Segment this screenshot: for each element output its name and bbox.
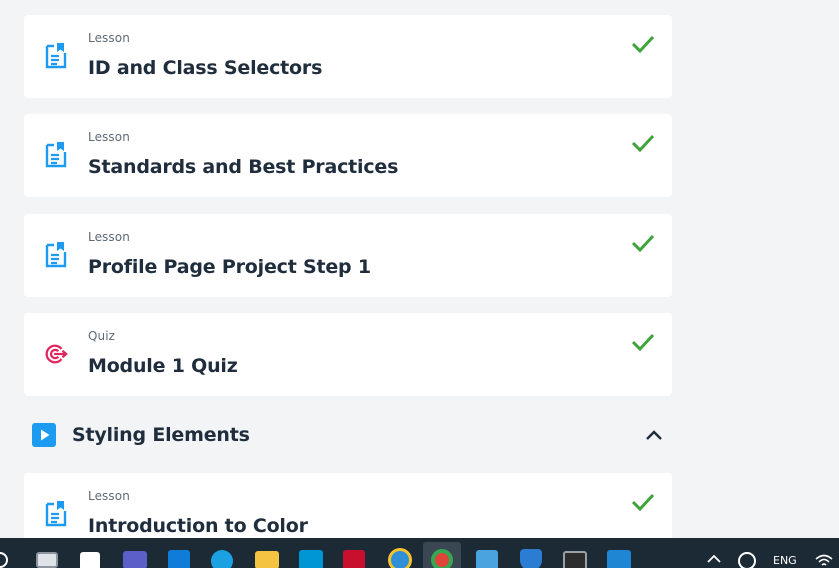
checkmark-icon xyxy=(631,234,655,253)
lesson-item[interactable]: Lesson Standards and Best Practices xyxy=(24,114,672,197)
document-icon xyxy=(45,43,67,69)
chevron-up-icon[interactable] xyxy=(644,425,664,445)
item-title[interactable]: Standards and Best Practices xyxy=(88,156,398,178)
photos-icon[interactable] xyxy=(476,550,498,568)
document-icon xyxy=(45,501,67,527)
mcafee-icon[interactable] xyxy=(343,550,365,568)
course-outline: Lesson ID and Class Selectors Lesson Sta… xyxy=(0,0,839,538)
item-type-label: Lesson xyxy=(88,230,130,244)
play-icon xyxy=(32,423,56,447)
task-view-icon[interactable] xyxy=(36,552,58,568)
lesson-item[interactable]: Lesson Introduction to Color xyxy=(24,473,672,538)
checkmark-icon xyxy=(631,333,655,352)
item-type-label: Lesson xyxy=(88,489,130,503)
target-icon xyxy=(45,344,68,364)
checkmark-icon xyxy=(631,493,655,512)
chevron-up-icon[interactable] xyxy=(707,554,721,564)
lesson-item[interactable]: Lesson Profile Page Project Step 1 xyxy=(24,214,672,297)
item-type-label: Quiz xyxy=(88,329,116,343)
capcut-icon[interactable] xyxy=(80,552,100,568)
terminal-icon[interactable] xyxy=(563,551,587,568)
file-explorer-icon[interactable] xyxy=(255,551,279,568)
help-icon[interactable] xyxy=(388,548,412,568)
edge-icon[interactable] xyxy=(211,550,233,568)
item-type-label: Lesson xyxy=(88,31,130,45)
document-icon xyxy=(45,142,67,168)
quiz-item[interactable]: Quiz Module 1 Quiz xyxy=(24,313,672,396)
item-type-label: Lesson xyxy=(88,130,130,144)
lesson-item[interactable]: Lesson ID and Class Selectors xyxy=(24,15,672,98)
search-icon[interactable] xyxy=(0,550,12,568)
vscode-icon[interactable] xyxy=(607,550,631,568)
chrome-icon[interactable] xyxy=(431,549,453,568)
checkmark-icon xyxy=(631,134,655,153)
document-icon xyxy=(45,242,67,268)
taskbar: ENG xyxy=(0,538,839,568)
language-indicator[interactable]: ENG xyxy=(773,554,797,567)
section-title: Styling Elements xyxy=(72,424,250,446)
security-icon[interactable] xyxy=(520,549,542,568)
section-header-styling-elements[interactable]: Styling Elements xyxy=(24,413,672,457)
teams-icon[interactable] xyxy=(123,551,147,568)
item-title[interactable]: ID and Class Selectors xyxy=(88,57,322,79)
item-title[interactable]: Introduction to Color xyxy=(88,515,308,537)
store-icon[interactable] xyxy=(168,550,190,568)
item-title[interactable]: Profile Page Project Step 1 xyxy=(88,256,371,278)
sync-icon[interactable] xyxy=(738,552,756,568)
wifi-icon[interactable] xyxy=(814,552,834,568)
myhp-icon[interactable] xyxy=(299,550,323,568)
item-title[interactable]: Module 1 Quiz xyxy=(88,355,238,377)
checkmark-icon xyxy=(631,35,655,54)
